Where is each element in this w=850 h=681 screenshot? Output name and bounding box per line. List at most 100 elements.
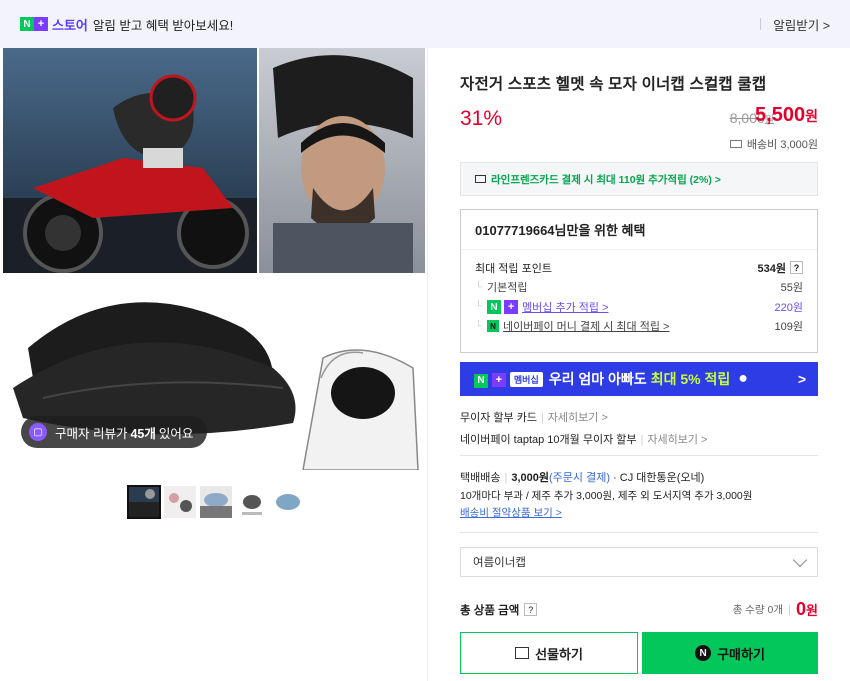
total-label: 총 상품 금액 <box>460 604 520 617</box>
buy-button-label: 구매하기 <box>717 646 765 662</box>
shipping-saver-link[interactable]: 배송비 절약상품 보기 > <box>460 505 562 520</box>
membership-points-row: └ N + 멤버십 추가 적립 > 220원 <box>461 297 817 317</box>
option-select[interactable]: 여름이너캡 <box>460 547 818 577</box>
main-product-image[interactable]: ▢ 구매자 리뷰가 45개 있어요 <box>3 48 425 470</box>
shipping-price-note: (주문시 결제) <box>549 472 610 484</box>
naver-n-icon: N <box>695 645 712 661</box>
total-amount: 0원 <box>796 599 818 620</box>
installment-link-1[interactable]: 자세히보기 > <box>548 412 608 424</box>
benefit-header: 01077719664님만을 위한 혜택 <box>461 210 817 250</box>
alarm-subscribe-button[interactable]: 알림받기 > <box>760 15 830 34</box>
sale-price-value: 5,500 <box>755 104 806 126</box>
discount-rate: 31% <box>460 107 503 130</box>
courier: · CJ 대한통운(오네) <box>613 472 705 484</box>
total-amount-value: 0 <box>796 599 807 619</box>
plus-icon: + <box>491 373 506 388</box>
max-points-value: 534원 <box>757 262 786 275</box>
help-icon[interactable]: ? <box>790 261 803 275</box>
max-points-row: 최대 적립 포인트 534원 ? <box>461 258 817 278</box>
tree-branch-icon: └ <box>475 320 483 332</box>
banner-text: 우리 엄마 아빠도 <box>548 371 647 387</box>
shipping-fee: 배송비 3,000원 <box>729 136 818 152</box>
shipping-method: 택배배송 <box>460 472 501 484</box>
basic-points-value: 55원 <box>780 282 803 295</box>
thumbnail-4[interactable] <box>236 486 268 518</box>
chevron-down-icon <box>792 552 808 567</box>
thumbnail-image <box>164 486 196 518</box>
review-count: 45개 <box>130 426 156 441</box>
total-price-row: 총 상품 금액 ? 총 수량 0개 0원 <box>460 599 818 620</box>
naver-plus-badge: N + <box>20 16 48 32</box>
card-promo-text: 라인프렌즈카드 결제 시 최대 110원 추가적립 (2%) > <box>491 173 721 186</box>
thumbnail-3[interactable] <box>200 486 232 518</box>
product-title: 자전거 스포츠 헬멧 속 모자 이너캡 스컬캡 쿨캡 <box>460 76 767 93</box>
naver-n-icon: N <box>20 17 34 31</box>
buy-button[interactable]: N 구매하기 <box>642 632 818 674</box>
review-icon: ▢ <box>29 423 47 441</box>
membership-points-link[interactable]: 멤버십 추가 적립 > <box>522 299 608 315</box>
thumbnail-2[interactable] <box>164 486 196 518</box>
gift-button[interactable]: 선물하기 <box>460 632 638 674</box>
action-buttons: 선물하기 N 구매하기 <box>460 632 818 674</box>
truck-icon <box>729 140 742 148</box>
product-collage-image <box>3 48 425 470</box>
basic-points-row: └ 기본적립 55원 <box>461 278 817 298</box>
npay-points-link[interactable]: 네이버페이 머니 결제 시 최대 적립 > <box>503 318 669 334</box>
tree-branch-icon: └ <box>475 301 483 313</box>
shipping-fee-label: 배송비 3,000원 <box>746 139 818 151</box>
naver-plus-badge: N + <box>474 370 506 388</box>
total-quantity: 총 수량 0개 <box>732 604 784 616</box>
shipping-note: 10개마다 부과 / 제주 추가 3,000원, 제주 외 도서지역 추가 3,… <box>460 490 753 502</box>
naver-plus-badge: N + <box>487 299 519 314</box>
sale-price: 5,500원 <box>755 104 818 127</box>
divider: | <box>504 472 508 484</box>
sale-price-unit: 원 <box>805 108 818 124</box>
thumbnail-image <box>128 486 160 518</box>
naver-n-icon: N <box>487 300 501 314</box>
tree-branch-icon: └ <box>475 281 483 293</box>
card-promo-banner[interactable]: 라인프렌즈카드 결제 시 최대 110원 추가적립 (2%) > <box>460 162 818 196</box>
total-label-wrap: 총 상품 금액 ? <box>460 602 538 618</box>
membership-points-value: 220원 <box>774 301 803 314</box>
plus-icon: + <box>504 299 519 314</box>
thumbnail-1[interactable] <box>127 485 161 519</box>
membership-tag: 멤버십 <box>509 371 543 387</box>
divider: | <box>640 434 644 446</box>
shipping-row: 택배배송 | 3,000원(주문시 결제) · CJ 대한통운(오네) <box>460 469 704 485</box>
max-points-value-wrap: 534원 ? <box>758 260 803 276</box>
thumbnail-5[interactable] <box>272 486 304 518</box>
notification-bar: N + 스토어 알림 받고 혜택 받아보세요! 알림받기 > <box>0 0 850 48</box>
gift-icon <box>515 647 530 659</box>
section-divider <box>460 455 818 456</box>
membership-banner[interactable]: N + 멤버십 우리 엄마 아빠도 최대 5% 적립 ● > <box>460 362 818 396</box>
max-points-label: 최대 적립 포인트 <box>475 262 552 275</box>
alarm-subscribe-label: 알림받기 > <box>773 18 830 33</box>
naver-n-icon: N <box>474 373 488 388</box>
review-prefix: 구매자 리뷰가 <box>55 426 128 441</box>
notification-message: 알림 받고 혜택 받아보세요! <box>92 18 234 33</box>
review-count-badge[interactable]: ▢ 구매자 리뷰가 45개 있어요 <box>21 416 208 448</box>
review-suffix: 있어요 <box>158 426 194 441</box>
basic-points-label: 기본적립 <box>487 282 528 295</box>
shipping-price: 3,000원 <box>511 472 549 484</box>
thumbnail-image <box>272 486 304 518</box>
section-divider <box>460 532 818 533</box>
total-amount-unit: 원 <box>806 603 818 618</box>
chevron-right-icon: > <box>797 371 806 387</box>
thumbnail-image <box>236 486 268 518</box>
store-label: 스토어 <box>52 17 88 33</box>
installment-label-2: 네이버페이 taptap 10개월 무이자 할부 <box>460 434 637 446</box>
product-gallery: ▢ 구매자 리뷰가 45개 있어요 <box>0 48 428 681</box>
option-selected-value: 여름이너캡 <box>473 557 526 569</box>
installment-link-2[interactable]: 자세히보기 > <box>647 434 707 446</box>
installment-label-1: 무이자 할부 카드 <box>460 412 537 424</box>
help-icon[interactable]: ? <box>524 603 538 616</box>
naver-pay-icon: N <box>487 320 499 333</box>
thumbnail-strip <box>127 485 304 519</box>
benefit-box: 01077719664님만을 위한 혜택 최대 적립 포인트 534원 ? └ … <box>460 209 818 353</box>
gift-button-label: 선물하기 <box>535 646 583 662</box>
npay-points-value: 109원 <box>774 321 803 334</box>
cookie-icon: ● <box>738 370 748 387</box>
divider: | <box>540 412 544 424</box>
banner-highlight: 최대 5% 적립 <box>650 371 731 387</box>
